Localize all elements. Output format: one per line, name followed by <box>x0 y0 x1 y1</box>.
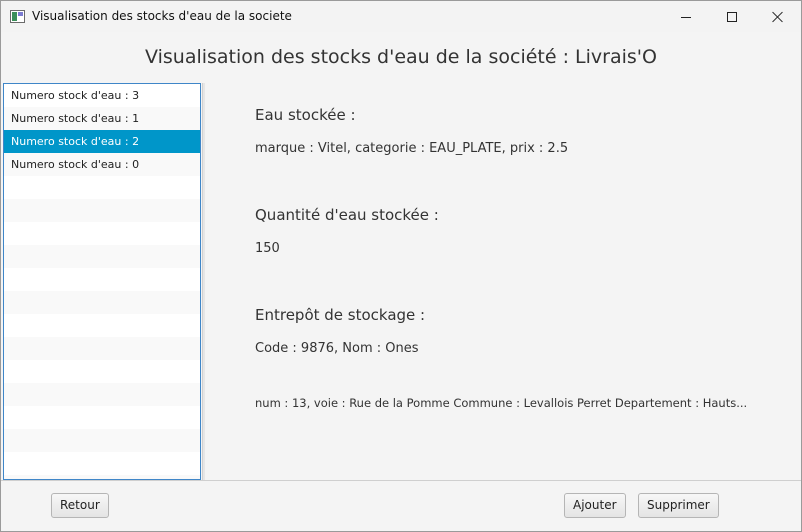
maximize-button[interactable] <box>709 1 755 32</box>
page-header: Visualisation des stocks d'eau de la soc… <box>1 32 801 82</box>
page-title: Visualisation des stocks d'eau de la soc… <box>145 46 657 68</box>
empty-list-row <box>4 383 200 406</box>
empty-list-row <box>4 314 200 337</box>
back-button[interactable]: Retour <box>51 493 109 518</box>
window-title: Visualisation des stocks d'eau de la soc… <box>32 9 292 23</box>
empty-list-row <box>4 429 200 452</box>
address-value: num : 13, voie : Rue de la Pomme Commune… <box>255 396 748 410</box>
water-label: Eau stockée : <box>255 106 356 124</box>
minimize-button[interactable] <box>663 1 709 32</box>
list-item[interactable]: Numero stock d'eau : 1 <box>4 107 200 130</box>
minimize-icon <box>681 16 691 18</box>
delete-button[interactable]: Supprimer <box>638 493 719 518</box>
empty-list-row <box>4 337 200 360</box>
add-button[interactable]: Ajouter <box>564 493 626 518</box>
warehouse-label: Entrepôt de stockage : <box>255 306 426 324</box>
empty-list-row <box>4 268 200 291</box>
detail-panel: Eau stockée : marque : Vitel, categorie … <box>205 83 801 480</box>
close-button[interactable] <box>755 1 801 32</box>
empty-list-row <box>4 360 200 383</box>
title-bar[interactable]: Visualisation des stocks d'eau de la soc… <box>1 1 801 32</box>
warehouse-value: Code : 9876, Nom : Ones <box>255 341 419 356</box>
quantity-value: 150 <box>255 241 280 256</box>
app-icon <box>10 10 25 23</box>
empty-list-row <box>4 406 200 429</box>
app-window: Visualisation des stocks d'eau de la soc… <box>0 0 802 532</box>
empty-list-row <box>4 199 200 222</box>
empty-list-row <box>4 245 200 268</box>
empty-list-row <box>4 291 200 314</box>
stock-list[interactable]: Numero stock d'eau : 3 Numero stock d'ea… <box>3 83 201 480</box>
empty-list-row <box>4 222 200 245</box>
maximize-icon <box>727 11 737 22</box>
list-item[interactable]: Numero stock d'eau : 0 <box>4 153 200 176</box>
water-value: marque : Vitel, categorie : EAU_PLATE, p… <box>255 141 569 156</box>
quantity-label: Quantité d'eau stockée : <box>255 206 439 224</box>
footer-bar: Retour Ajouter Supprimer <box>1 480 801 531</box>
empty-list-row <box>4 452 200 475</box>
empty-list-row <box>4 176 200 199</box>
close-icon <box>772 11 784 23</box>
list-item-selected[interactable]: Numero stock d'eau : 2 <box>4 130 200 153</box>
list-item[interactable]: Numero stock d'eau : 3 <box>4 84 200 107</box>
